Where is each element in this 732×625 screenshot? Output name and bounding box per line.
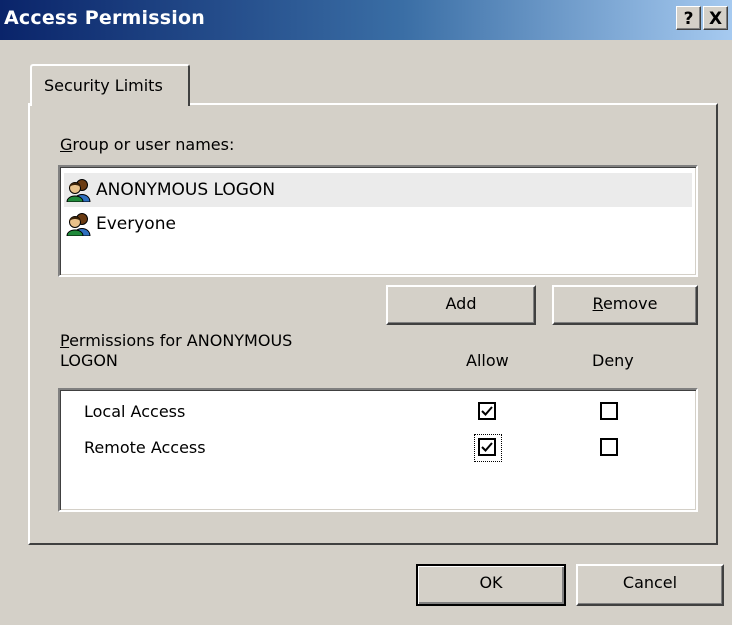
close-button[interactable]: X <box>703 6 728 30</box>
allow-checkbox[interactable] <box>478 438 496 456</box>
checkmark-icon <box>481 406 493 416</box>
window-title: Access Permission <box>4 7 205 29</box>
user-list[interactable]: ANONYMOUS LOGON Everyone <box>58 165 698 277</box>
deny-checkbox[interactable] <box>600 438 618 456</box>
remove-button-label: Remove <box>592 294 658 313</box>
list-item[interactable]: Everyone <box>64 207 692 241</box>
ok-button[interactable]: OK <box>416 564 566 606</box>
cancel-button-label: Cancel <box>622 573 678 592</box>
group-label: Group or user names: <box>60 135 235 154</box>
user-name: Everyone <box>96 214 176 234</box>
deny-checkbox[interactable] <box>600 402 618 420</box>
tab-security-limits[interactable]: Security Limits <box>30 64 190 106</box>
permission-name: Local Access <box>84 402 186 421</box>
user-name: ANONYMOUS LOGON <box>96 180 276 200</box>
cancel-button[interactable]: Cancel <box>576 564 724 606</box>
list-item[interactable]: ANONYMOUS LOGON <box>64 173 692 207</box>
remove-button[interactable]: Remove <box>552 285 698 325</box>
user-group-icon <box>66 212 92 237</box>
checkmark-icon <box>481 442 493 452</box>
add-button[interactable]: Add <box>386 285 536 325</box>
user-group-icon <box>66 178 92 203</box>
permissions-list[interactable]: Local Access Remote Access <box>58 388 698 512</box>
ok-button-label: OK <box>479 573 503 592</box>
permissions-header-line1: Permissions for ANONYMOUS <box>60 331 293 350</box>
tab-panel: Group or user names: ANONYMOUS LOGON Eve… <box>28 103 718 545</box>
allow-checkbox[interactable] <box>478 402 496 420</box>
deny-column-header: Deny <box>592 351 634 370</box>
help-button[interactable]: ? <box>676 6 701 30</box>
title-bar[interactable]: Access Permission ? X <box>0 0 732 40</box>
permission-row: Local Access <box>60 398 696 434</box>
permission-name: Remote Access <box>84 438 206 457</box>
tab-label: Security Limits <box>44 76 163 95</box>
permission-row: Remote Access <box>60 434 696 470</box>
add-button-label: Add <box>445 294 477 313</box>
permissions-header-line2: LOGON <box>60 351 118 370</box>
allow-column-header: Allow <box>466 351 509 370</box>
